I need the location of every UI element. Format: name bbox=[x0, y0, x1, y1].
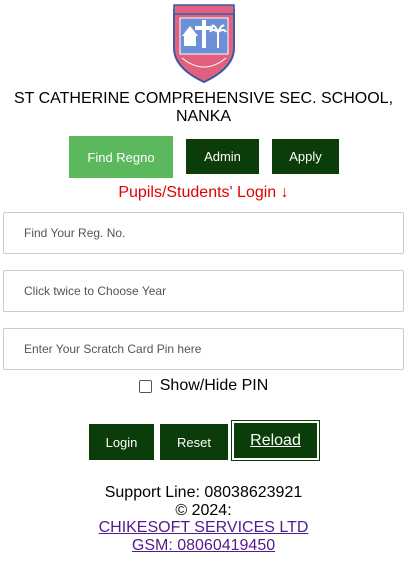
year-input[interactable] bbox=[3, 270, 404, 312]
footer: Support Line: 08038623921 © 2024: CHIKES… bbox=[0, 484, 407, 554]
school-name-line1: ST CATHERINE COMPREHENSIVE SEC. SCHOOL, bbox=[13, 90, 394, 107]
school-crest-container bbox=[0, 2, 407, 84]
pin-input[interactable] bbox=[3, 328, 404, 370]
company-link[interactable]: CHIKESOFT SERVICES LTD bbox=[99, 519, 309, 536]
copyright: © 2024: bbox=[175, 501, 232, 519]
reset-button[interactable]: Reset bbox=[160, 424, 228, 460]
show-hide-pin-label: Show/Hide PIN bbox=[159, 377, 269, 394]
show-hide-pin-row[interactable]: Show/Hide PIN bbox=[0, 377, 407, 395]
show-hide-pin-checkbox[interactable] bbox=[138, 379, 152, 393]
regno-input[interactable] bbox=[3, 212, 404, 254]
apply-button[interactable]: Apply bbox=[272, 139, 339, 174]
find-regno-button[interactable]: Find Regno bbox=[69, 136, 173, 178]
school-crest-logo bbox=[172, 4, 235, 84]
admin-button[interactable]: Admin bbox=[186, 139, 259, 174]
login-heading: Pupils/Students' Login ↓ bbox=[118, 184, 289, 201]
school-name-line2: NANKA bbox=[175, 108, 232, 125]
gsm-link[interactable]: GSM: 08060419450 bbox=[132, 537, 275, 554]
login-button[interactable]: Login bbox=[89, 424, 154, 460]
support-line: Support Line: 08038623921 bbox=[104, 484, 303, 501]
reload-button[interactable]: Reload bbox=[231, 420, 320, 461]
school-name: ST CATHERINE COMPREHENSIVE SEC. SCHOOL, … bbox=[0, 90, 407, 126]
